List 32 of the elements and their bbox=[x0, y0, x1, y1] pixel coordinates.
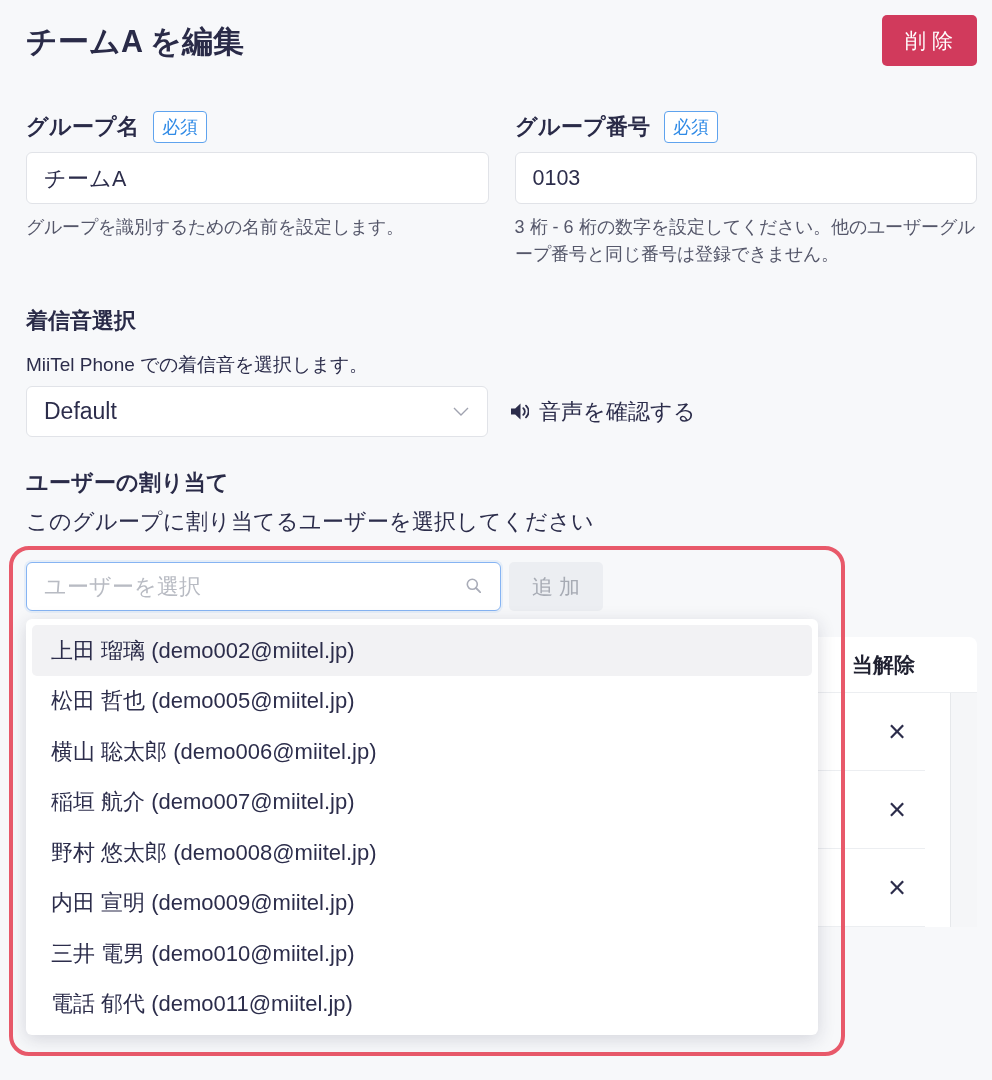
section-label: ユーザーの割り当て bbox=[26, 470, 230, 497]
required-badge: 必須 bbox=[663, 111, 718, 143]
help-text: グループを識別するための名前を設定します。 bbox=[26, 216, 405, 239]
ringtone-select[interactable]: Default bbox=[26, 386, 488, 437]
delete-button[interactable]: 削除 bbox=[882, 15, 977, 66]
help-text: 3 桁 - 6 桁の数字を設定してください。他のユーザーグループ番号と同じ番号は登録できません。 bbox=[514, 216, 976, 266]
remove-button[interactable]: × bbox=[887, 872, 906, 903]
dropdown-item[interactable]: 三井 電男 (demo010@miitel.jp) bbox=[32, 928, 812, 979]
field-label: グループ名 bbox=[26, 114, 139, 141]
dropdown-item[interactable]: 電話 郁代 (demo011@miitel.jp) bbox=[32, 978, 812, 1029]
section-label: 着信音選択 bbox=[26, 308, 137, 335]
dropdown-item[interactable]: 松田 哲也 (demo005@miitel.jp) bbox=[32, 675, 812, 726]
dropdown-item[interactable]: 上田 瑠璃 (demo002@miitel.jp) bbox=[32, 625, 812, 676]
dropdown-item[interactable]: 野村 悠太郎 (demo008@miitel.jp) bbox=[32, 827, 812, 878]
group-number-field[interactable]: 0103 bbox=[514, 152, 977, 204]
speaker-icon bbox=[510, 403, 529, 420]
play-sound-link[interactable]: 音声を確認する bbox=[510, 395, 696, 428]
user-search-field[interactable]: ユーザーを選択 bbox=[26, 562, 501, 611]
dropdown-item[interactable]: 内田 宣明 (demo009@miitel.jp) bbox=[32, 877, 812, 928]
group-name-field[interactable]: チームA bbox=[26, 152, 489, 204]
dropdown-item[interactable]: 稲垣 航介 (demo007@miitel.jp) bbox=[32, 776, 812, 827]
dropdown-item[interactable]: 横山 聡太郎 (demo006@miitel.jp) bbox=[32, 726, 812, 777]
remove-button[interactable]: × bbox=[887, 794, 906, 825]
page-title: チームA を編集 bbox=[26, 24, 245, 58]
remove-button[interactable]: × bbox=[887, 716, 906, 747]
search-icon bbox=[466, 578, 481, 593]
chevron-down-icon bbox=[453, 407, 469, 416]
column-header: 当解除 bbox=[851, 651, 916, 678]
section-description: このグループに割り当てるユーザーを選択してください bbox=[26, 508, 595, 536]
section-description: MiiTel Phone での着信音を選択します。 bbox=[26, 353, 370, 377]
required-badge: 必須 bbox=[153, 111, 207, 143]
field-label: グループ番号 bbox=[514, 114, 650, 141]
